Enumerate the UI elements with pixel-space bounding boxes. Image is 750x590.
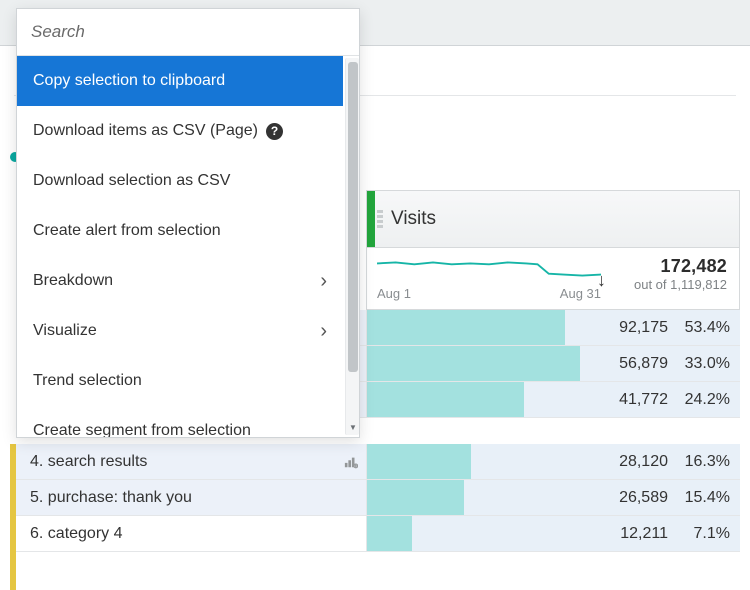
menu-item-label: Download items as CSV (Page) (33, 122, 258, 140)
menu-item-label: Visualize (33, 322, 97, 340)
row-percent: 16.3% (682, 453, 730, 471)
context-menu: Copy selection to clipboard Download item… (16, 8, 360, 438)
metric-column-header[interactable]: Visits (366, 190, 740, 248)
row-percent: 15.4% (682, 489, 730, 507)
row-label: 5. purchase: thank you (30, 489, 192, 507)
menu-item-label: Create alert from selection (33, 222, 221, 240)
row-percent: 7.1% (682, 525, 730, 543)
row-percent: 33.0% (682, 355, 730, 373)
row-value: 41,772 (619, 391, 668, 409)
scroll-thumb[interactable] (348, 62, 358, 372)
help-icon[interactable]: ? (266, 123, 283, 140)
table-row[interactable]: 6. category 4 12,211 7.1% (16, 516, 740, 552)
table-row[interactable]: 4. search results 28,120 16.3% (16, 444, 740, 480)
context-menu-search-input[interactable] (17, 9, 359, 55)
bar-fill (367, 444, 471, 479)
metric-summary-row: Aug 1 Aug 31 ↓ 172,482 out of 1,119,812 (366, 248, 740, 310)
metric-name: Visits (385, 208, 436, 230)
menu-item-label: Trend selection (33, 372, 142, 390)
menu-item-segment[interactable]: Create segment from selection (17, 406, 343, 437)
metric-total: 172,482 (615, 256, 727, 277)
sparkline-cell: Aug 1 Aug 31 (367, 248, 611, 309)
menu-item-breakdown[interactable]: Breakdown › (17, 256, 343, 306)
menu-item-dl-sel[interactable]: Download selection as CSV (17, 156, 343, 206)
bar-fill (367, 346, 580, 381)
menu-item-dl-items[interactable]: Download items as CSV (Page)? (17, 106, 343, 156)
row-metric-cell: 41,772 24.2% (366, 382, 740, 417)
row-value: 56,879 (619, 355, 668, 373)
chevron-right-icon: › (320, 320, 327, 343)
row-metric-cell: 92,175 53.4% (366, 310, 740, 345)
row-percent: 53.4% (682, 319, 730, 337)
context-menu-body: Copy selection to clipboard Download item… (17, 55, 359, 437)
menu-item-label: Copy selection to clipboard (33, 72, 225, 90)
metric-accent-bar (367, 191, 375, 247)
row-metric-cell: 56,879 33.0% (366, 346, 740, 381)
sort-desc-icon[interactable]: ↓ (597, 270, 606, 291)
row-value: 26,589 (619, 489, 668, 507)
bar-fill (367, 480, 464, 515)
context-menu-scrollbar[interactable]: ▼ (345, 58, 359, 435)
spark-start-label: Aug 1 (377, 286, 411, 301)
bar-fill (367, 516, 412, 551)
drag-grip-icon[interactable] (375, 191, 385, 247)
menu-item-label: Breakdown (33, 272, 113, 290)
sparkline-icon (377, 254, 601, 284)
row-metric-cell: 12,211 7.1% (366, 516, 740, 551)
row-action-icon[interactable] (344, 455, 358, 469)
row-metric-cell: 28,120 16.3% (366, 444, 740, 479)
row-metric-cell: 26,589 15.4% (366, 480, 740, 515)
row-value: 92,175 (619, 319, 668, 337)
row-label: 6. category 4 (30, 525, 123, 543)
row-value: 28,120 (619, 453, 668, 471)
row-value: 12,211 (620, 525, 668, 543)
menu-item-label: Create segment from selection (33, 422, 251, 437)
row-name-cell[interactable]: 4. search results (16, 444, 366, 479)
scroll-down-icon[interactable]: ▼ (349, 423, 357, 431)
menu-item-trend[interactable]: Trend selection (17, 356, 343, 406)
menu-item-copy[interactable]: Copy selection to clipboard (17, 56, 343, 106)
bar-fill (367, 382, 524, 417)
table-row[interactable]: 5. purchase: thank you 26,589 15.4% (16, 480, 740, 516)
metric-subtotal: out of 1,119,812 (615, 277, 727, 292)
row-percent: 24.2% (682, 391, 730, 409)
bar-fill (367, 310, 565, 345)
menu-item-label: Download selection as CSV (33, 172, 230, 190)
row-name-cell[interactable]: 6. category 4 (16, 516, 366, 551)
chevron-right-icon: › (320, 270, 327, 293)
menu-item-visualize[interactable]: Visualize › (17, 306, 343, 356)
menu-item-alert[interactable]: Create alert from selection (17, 206, 343, 256)
spark-end-label: Aug 31 (560, 286, 601, 301)
row-name-cell[interactable]: 5. purchase: thank you (16, 480, 366, 515)
row-label: 4. search results (30, 453, 147, 471)
